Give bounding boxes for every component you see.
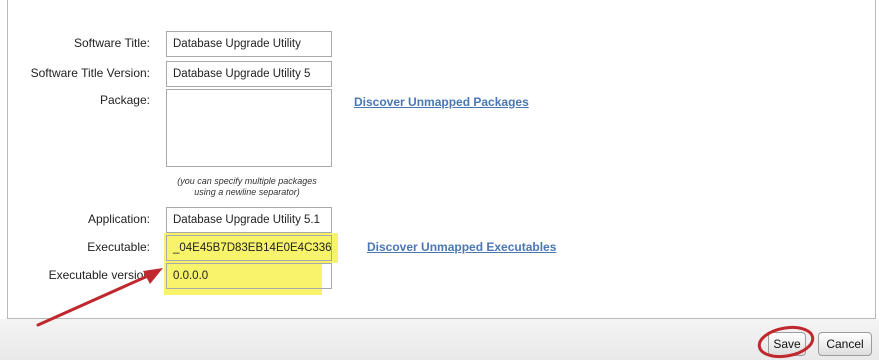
package-hint-line-1: (you can specify multiple packages <box>177 176 317 186</box>
executable-input[interactable]: _04E45B7D83EB14E0E4C336.exe <box>166 235 332 261</box>
cancel-button[interactable]: Cancel <box>818 332 872 356</box>
discover-unmapped-packages-link[interactable]: Discover Unmapped Packages <box>354 95 529 109</box>
discover-unmapped-executables-link[interactable]: Discover Unmapped Executables <box>367 240 556 254</box>
application-label: Application: <box>87 212 150 226</box>
software-title-input[interactable]: Database Upgrade Utility <box>166 31 332 57</box>
package-label: Package: <box>99 93 150 107</box>
package-textarea[interactable] <box>166 89 332 167</box>
software-title-version-input[interactable]: Database Upgrade Utility 5 <box>166 61 332 87</box>
form-footer <box>0 319 879 360</box>
application-input[interactable]: Database Upgrade Utility 5.1 <box>166 207 332 233</box>
executable-version-input[interactable]: 0.0.0.0 <box>166 263 332 289</box>
software-title-label: Software Title: <box>73 36 150 50</box>
executable-version-label: Executable version <box>48 268 150 282</box>
package-hint: (you can specify multiple packages using… <box>172 176 322 198</box>
save-button[interactable]: Save <box>768 332 806 356</box>
package-hint-line-2: using a newline separator) <box>194 187 300 197</box>
software-title-version-label: Software Title Version: <box>30 66 150 80</box>
executable-label: Executable: <box>87 240 150 254</box>
